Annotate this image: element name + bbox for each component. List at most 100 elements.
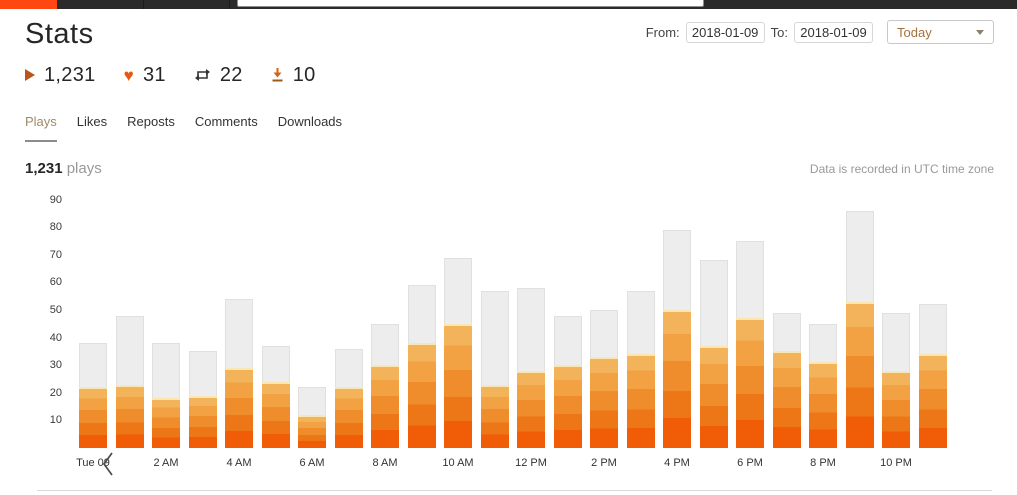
- chart-bar[interactable]: [371, 324, 399, 448]
- prev-arrow-icon[interactable]: [99, 450, 117, 478]
- soundcloud-logo[interactable]: [0, 0, 57, 9]
- range-select[interactable]: Today: [887, 20, 994, 44]
- bar-remainder-segment: [809, 324, 837, 362]
- chart-bar[interactable]: [298, 387, 326, 448]
- bar-remainder-segment: [261, 346, 290, 382]
- chart-bar[interactable]: [517, 288, 545, 448]
- chart-bar[interactable]: [809, 324, 837, 448]
- bar-highlight-segment: [334, 387, 363, 448]
- bar-slot: [699, 194, 728, 448]
- bar-remainder-segment: [882, 313, 910, 371]
- bar-slot: 10 PM: [880, 194, 912, 469]
- chart-bar[interactable]: [663, 230, 691, 448]
- likes-count: 31: [142, 63, 166, 86]
- top-navbar: [0, 0, 1017, 9]
- bar-remainder-segment: [663, 230, 691, 310]
- bar-highlight-segment: [261, 382, 290, 448]
- bar-slot: 10 AM: [442, 194, 474, 469]
- chart-bar[interactable]: [699, 260, 728, 448]
- bar-highlight-segment: [517, 371, 545, 448]
- chart-bar[interactable]: [590, 310, 618, 448]
- chart-bar[interactable]: [407, 285, 436, 448]
- y-tick-label: 40: [49, 331, 62, 344]
- chevron-down-icon: [976, 29, 984, 35]
- likes-stat: ♥ 31: [124, 64, 166, 87]
- bar-remainder-segment: [79, 343, 107, 387]
- chart-bar[interactable]: [736, 241, 764, 448]
- chart-bar[interactable]: [115, 316, 144, 448]
- bar-highlight-segment: [298, 415, 326, 448]
- bar-highlight-segment: [845, 302, 874, 448]
- chart-header: 1,231 plays Data is recorded in UTC time…: [25, 160, 994, 177]
- y-tick-label: 80: [49, 221, 62, 234]
- navbar-divider: [143, 0, 144, 9]
- y-tick-label: 90: [49, 193, 62, 206]
- from-date-input[interactable]: [685, 21, 765, 43]
- bar-highlight-segment: [882, 371, 910, 448]
- bar-slot: 12 PM: [515, 194, 547, 469]
- plays-stat: 1,231: [25, 64, 96, 87]
- bar-highlight-segment: [699, 346, 728, 448]
- tab-downloads[interactable]: Downloads: [278, 114, 342, 142]
- reposts-stat: 22: [194, 64, 243, 87]
- chart-bar[interactable]: [480, 291, 509, 448]
- chart-bar[interactable]: [772, 313, 801, 448]
- chart-bar[interactable]: [626, 291, 655, 448]
- bar-highlight-segment: [188, 396, 217, 448]
- chart-bar[interactable]: [79, 343, 107, 448]
- x-axis: [79, 448, 994, 490]
- bar-slot: 2 AM: [152, 194, 180, 469]
- bar-slot: 8 AM: [371, 194, 399, 469]
- range-select-value: Today: [897, 24, 932, 40]
- bar-slot: 4 PM: [663, 194, 691, 469]
- bar-remainder-segment: [225, 299, 253, 368]
- y-tick-label: 70: [49, 248, 62, 261]
- chart-bar[interactable]: [188, 351, 217, 448]
- bar-highlight-segment: [407, 343, 436, 448]
- chart-bar[interactable]: [845, 211, 874, 448]
- chart-bar[interactable]: [882, 313, 910, 448]
- bar-slot: [115, 194, 144, 448]
- bar-slot: [918, 194, 947, 448]
- summary-stats: 1,231 ♥ 31 22 10: [25, 63, 994, 87]
- bar-remainder-segment: [845, 211, 874, 302]
- tab-plays[interactable]: Plays: [25, 114, 57, 142]
- tab-reposts[interactable]: Reposts: [127, 114, 175, 142]
- download-icon: [272, 68, 283, 82]
- bars-row: Tue 09 2 AM 4 AM 6 AM 8 AM 10 AM 12 PM 2 PM 4 PM…: [76, 194, 994, 469]
- chart-bar[interactable]: [918, 304, 947, 448]
- chart-bar[interactable]: [553, 316, 582, 448]
- to-date-input[interactable]: [794, 21, 873, 43]
- bar-highlight-segment: [480, 385, 509, 448]
- bar-slot: [772, 194, 801, 448]
- bar-remainder-segment: [444, 258, 472, 324]
- y-tick-label: 30: [49, 359, 62, 372]
- tab-likes[interactable]: Likes: [77, 114, 107, 142]
- chart-bar[interactable]: [225, 299, 253, 448]
- repost-icon: [194, 69, 210, 81]
- page-title: Stats: [25, 18, 94, 50]
- y-tick-label: 60: [49, 276, 62, 289]
- stats-tabs: Plays Likes Reposts Comments Downloads: [25, 114, 994, 142]
- chart-bar[interactable]: [334, 349, 363, 448]
- bar-highlight-segment: [152, 398, 180, 448]
- utc-note: Data is recorded in UTC time zone: [809, 161, 994, 176]
- bar-highlight-segment: [772, 351, 801, 448]
- bar-slot: [626, 194, 655, 448]
- tab-comments[interactable]: Comments: [195, 114, 258, 142]
- chart-bar[interactable]: [152, 343, 180, 448]
- bar-slot: 2 PM: [590, 194, 618, 469]
- bar-remainder-segment: [736, 241, 764, 318]
- date-controls: From: To: Today: [646, 20, 994, 44]
- bar-slot: [480, 194, 509, 448]
- downloads-stat: 10: [271, 64, 316, 87]
- bar-highlight-segment: [225, 368, 253, 448]
- bar-remainder-segment: [699, 260, 728, 346]
- chart-bar[interactable]: [444, 258, 472, 448]
- bottom-divider: [37, 490, 992, 491]
- search-input[interactable]: [237, 0, 704, 7]
- chart-bar[interactable]: [261, 346, 290, 448]
- bar-highlight-segment: [809, 362, 837, 448]
- bar-highlight-segment: [918, 354, 947, 448]
- stats-content: Stats From: To: Today 1,231 ♥ 31: [0, 9, 1017, 491]
